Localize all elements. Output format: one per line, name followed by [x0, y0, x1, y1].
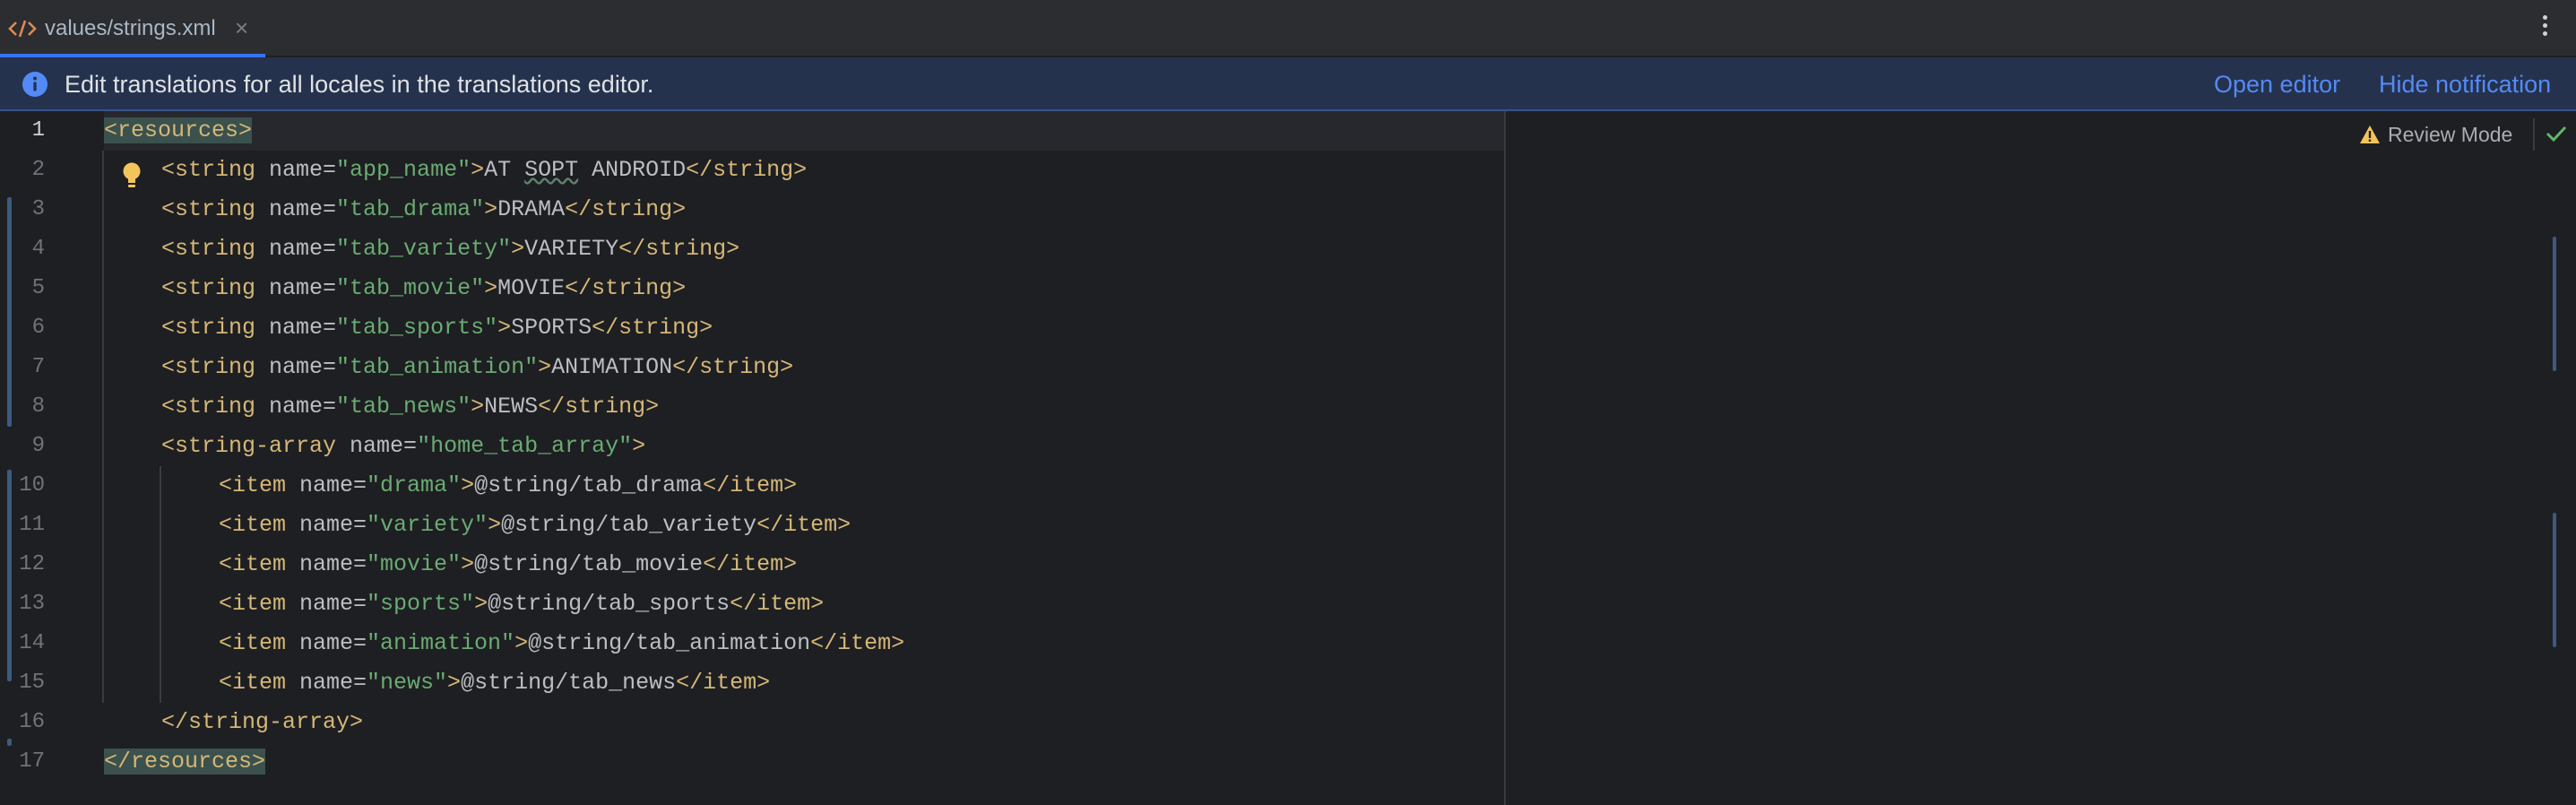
line-number: 15	[19, 671, 45, 695]
line-number: 13	[19, 592, 45, 616]
review-mode-indicator[interactable]: Review Mode	[2359, 120, 2512, 149]
code-line: <item name="movie">@string/tab_movie</it…	[219, 551, 798, 577]
code-line: <string name="tab_variety">VARIETY</stri…	[161, 236, 740, 262]
line-number: 3	[31, 197, 45, 221]
tab-strings-xml[interactable]: values/strings.xml ×	[0, 0, 265, 57]
scrollbar-change-marker	[2553, 237, 2556, 371]
close-icon[interactable]: ×	[235, 15, 248, 40]
code-line: <string name="tab_drama">DRAMA</string>	[161, 196, 687, 222]
hide-notification-link[interactable]: Hide notification	[2379, 71, 2551, 98]
line-number: 9	[31, 434, 45, 458]
open-editor-link[interactable]: Open editor	[2214, 71, 2340, 98]
line-number: 14	[19, 631, 45, 655]
right-margin-guide	[1504, 111, 1506, 805]
info-icon	[22, 72, 48, 97]
divider	[2533, 118, 2535, 151]
line-number: 16	[19, 710, 45, 734]
code-line: <string name="tab_animation">ANIMATION</…	[161, 354, 794, 380]
code-line: <string name="tab_movie">MOVIE</string>	[161, 275, 687, 301]
code-line: </resources>	[104, 749, 266, 775]
translations-notification: Edit translations for all locales in the…	[0, 57, 2576, 111]
code-line: <string-array name="home_tab_array">	[161, 433, 646, 459]
line-number: 7	[31, 355, 45, 379]
code-line: <item name="sports">@string/tab_sports</…	[219, 591, 825, 617]
more-options-icon[interactable]	[2538, 13, 2551, 45]
line-number: 8	[31, 394, 45, 419]
code-line: <resources>	[104, 117, 253, 143]
line-number: 11	[19, 513, 45, 537]
tab-label: values/strings.xml	[45, 16, 216, 40]
code-line: <string name="tab_news">NEWS</string>	[161, 394, 660, 420]
line-number: 10	[19, 473, 45, 498]
code-line: <item name="news">@string/tab_news</item…	[219, 670, 771, 696]
line-number: 6	[31, 316, 45, 340]
xml-file-icon	[8, 20, 37, 38]
line-number: 4	[31, 237, 45, 261]
check-icon[interactable]	[2544, 122, 2569, 145]
line-number: 5	[31, 276, 45, 300]
line-number: 17	[19, 749, 45, 774]
code-line: <string name="tab_sports">SPORTS</string…	[161, 315, 713, 341]
line-number: 2	[31, 158, 45, 182]
code-line: <string name="app_name">AT SOPT ANDROID<…	[161, 157, 808, 183]
current-line-highlight	[104, 111, 1504, 151]
editor-tab-bar: values/strings.xml ×	[0, 0, 2576, 57]
code-line: <item name="animation">@string/tab_anima…	[219, 630, 905, 656]
warning-icon	[2360, 126, 2380, 143]
code-line: </string-array>	[161, 709, 364, 735]
code-line: <item name="drama">@string/tab_drama</it…	[219, 472, 798, 498]
notification-text: Edit translations for all locales in the…	[65, 71, 654, 98]
line-number: 12	[19, 552, 45, 576]
code-line: <item name="variety">@string/tab_variety…	[219, 512, 851, 538]
line-number: 1	[31, 118, 45, 143]
scrollbar-change-marker	[2553, 513, 2556, 647]
review-mode-label: Review Mode	[2388, 122, 2513, 146]
